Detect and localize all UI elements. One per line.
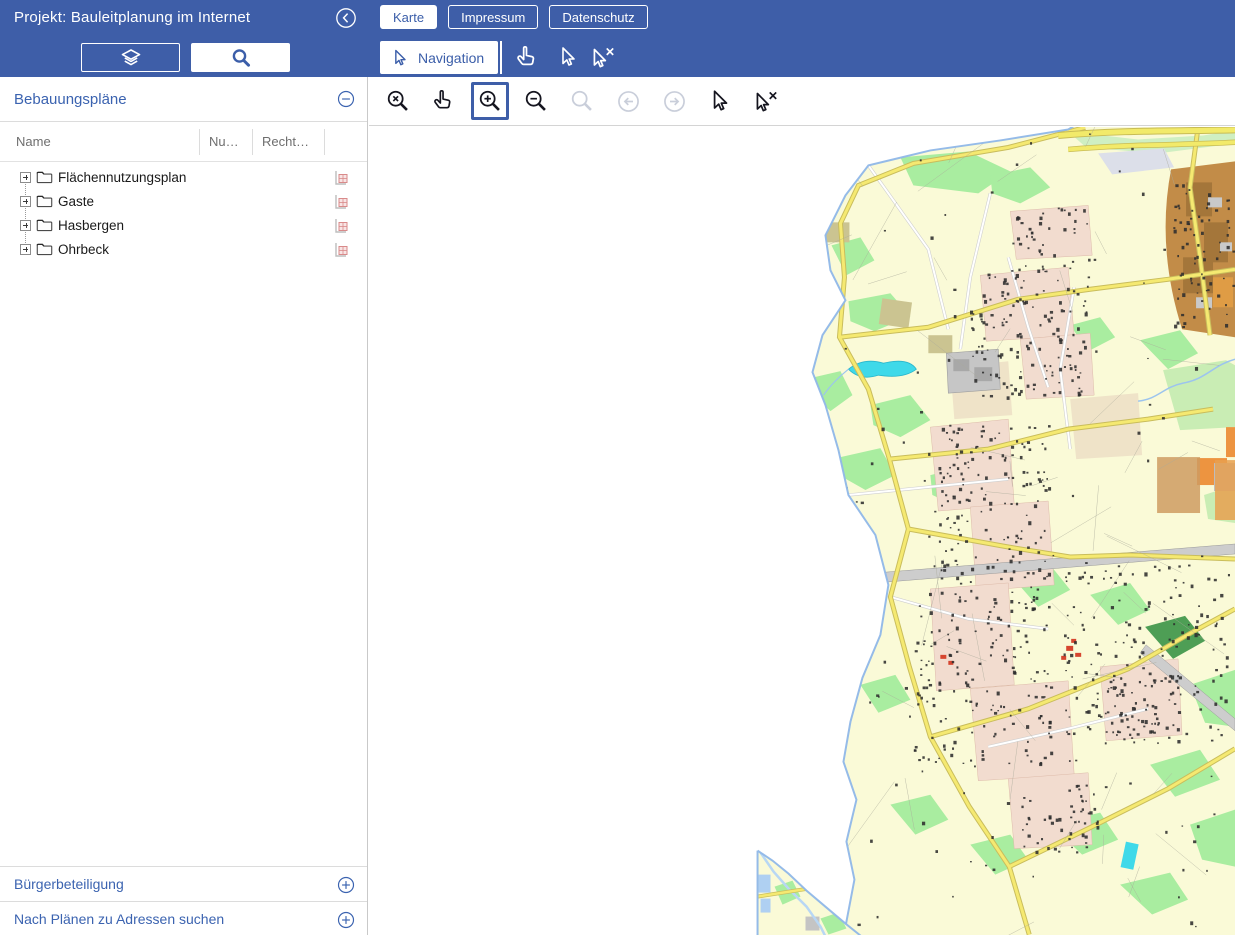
plan-document-icon[interactable] (334, 217, 349, 234)
layer-label: Hasbergen (58, 218, 124, 233)
plan-document-icon[interactable] (334, 241, 349, 258)
section-title: Bebauungspläne (14, 91, 127, 108)
pan-hand-tool[interactable] (514, 44, 544, 72)
navigation-label: Navigation (418, 50, 484, 66)
clear-selection-tool[interactable] (588, 44, 618, 72)
arrow-right-circle-icon (661, 88, 688, 115)
cursor-icon (707, 88, 733, 114)
plus-circle-icon (336, 875, 356, 895)
app-header: Projekt: Bauleitplanung im Internet Kart… (0, 0, 1235, 77)
magnifier-icon (569, 88, 596, 115)
folder-icon (36, 170, 53, 185)
column-header-nummer[interactable]: Nu… (200, 129, 253, 155)
collapse-section-icon[interactable] (336, 89, 356, 109)
search-icon (229, 46, 253, 70)
arrow-left-circle-icon (615, 88, 642, 115)
gis-application: Projekt: Bauleitplanung im Internet Kart… (0, 0, 1235, 935)
zoom-full-extent-button[interactable] (379, 82, 417, 120)
header-nav: Karte Impressum Datenschutz (380, 5, 648, 29)
navigation-mode-button[interactable]: Navigation (380, 41, 498, 74)
zoom-out-button[interactable] (517, 82, 555, 120)
plan-document-icon[interactable] (334, 193, 349, 210)
select-button[interactable] (701, 82, 739, 120)
collapse-header-button[interactable] (334, 6, 358, 30)
section-header-bebauungsplaene[interactable]: Bebauungspläne (0, 77, 367, 122)
layer-table-header: Name Nu… Recht… (0, 122, 367, 162)
page-title: Projekt: Bauleitplanung im Internet (14, 9, 250, 26)
tab-impressum[interactable]: Impressum (448, 5, 538, 29)
layer-tree: Flächennutzungsplan Gaste (0, 162, 367, 261)
expand-icon[interactable] (20, 244, 31, 255)
tab-datenschutz[interactable]: Datenschutz (549, 5, 647, 29)
section-header-adresssuche[interactable]: Nach Plänen zu Adressen suchen (0, 901, 367, 935)
map-pane (369, 77, 1235, 935)
zoom-window-button[interactable] (563, 82, 601, 120)
expand-icon[interactable] (20, 220, 31, 231)
map-toolbar (369, 77, 1235, 126)
section-title: Bürgerbeteiligung (14, 876, 124, 892)
tab-karte[interactable]: Karte (380, 5, 437, 29)
column-header-rechtsstand[interactable]: Recht… (253, 129, 325, 155)
expand-icon[interactable] (20, 172, 31, 183)
pan-button[interactable] (425, 82, 463, 120)
tree-row-ohrbeck[interactable]: Ohrbeck (0, 237, 367, 261)
tree-row-flaechennutzungsplan[interactable]: Flächennutzungsplan (0, 165, 367, 189)
zoom-extent-icon (385, 88, 412, 115)
next-extent-button[interactable] (655, 82, 693, 120)
tree-row-gaste[interactable]: Gaste (0, 189, 367, 213)
folder-icon (36, 242, 53, 257)
sidebar: Bebauungspläne Name Nu… Recht… (0, 77, 368, 935)
layers-button[interactable] (81, 43, 180, 72)
previous-extent-button[interactable] (609, 82, 647, 120)
header-divider (500, 41, 502, 74)
folder-icon (36, 218, 53, 233)
zoom-in-button[interactable] (471, 82, 509, 120)
navigation-cursor-icon (390, 48, 410, 68)
map-canvas[interactable] (369, 127, 1235, 935)
expand-section-icon[interactable] (336, 875, 356, 895)
expand-icon[interactable] (20, 196, 31, 207)
cursor-icon (556, 44, 580, 70)
search-button[interactable] (191, 43, 290, 72)
folder-icon (36, 194, 53, 209)
layers-icon (118, 46, 144, 70)
sidebar-collapsed-sections: Bürgerbeteiligung Nach Plänen zu Adresse… (0, 866, 367, 935)
clear-selection-button[interactable] (747, 82, 785, 120)
layer-label: Ohrbeck (58, 242, 109, 257)
column-header-name[interactable]: Name (0, 129, 200, 155)
chevron-left-circle-icon (334, 6, 358, 30)
section-title: Nach Plänen zu Adressen suchen (14, 911, 224, 927)
select-tool[interactable] (556, 44, 586, 72)
map-image (369, 127, 1235, 935)
zoom-out-icon (523, 88, 550, 115)
layer-label: Flächennutzungsplan (58, 170, 186, 185)
minus-circle-icon (336, 89, 356, 109)
cursor-x-icon (751, 88, 781, 114)
plan-document-icon[interactable] (334, 169, 349, 186)
zoom-in-icon (477, 88, 504, 115)
hand-icon (514, 44, 542, 72)
hand-icon (431, 88, 458, 115)
plus-circle-icon (336, 910, 356, 930)
tree-row-hasbergen[interactable]: Hasbergen (0, 213, 367, 237)
section-header-buergerbeteiligung[interactable]: Bürgerbeteiligung (0, 866, 367, 901)
expand-section-icon[interactable] (336, 910, 356, 930)
layer-label: Gaste (58, 194, 94, 209)
cursor-x-icon (588, 44, 618, 70)
